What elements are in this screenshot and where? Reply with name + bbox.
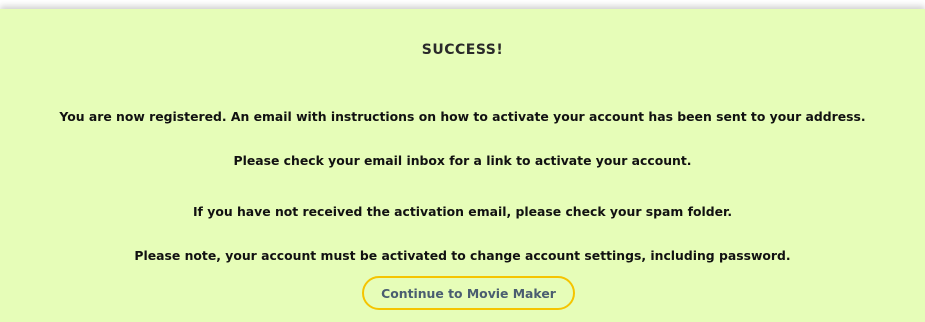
inbox-message: Please check your email inbox for a link…: [233, 153, 692, 168]
success-title: SUCCESS!: [421, 42, 504, 58]
spam-message: If you have not received the activation …: [192, 204, 733, 219]
registration-message: You are now registered. An email with in…: [59, 109, 866, 124]
activation-note: Please note, your account must be activa…: [134, 248, 791, 263]
success-panel: SUCCESS! You are now registered. An emai…: [0, 9, 925, 322]
continue-to-movie-maker-button[interactable]: Continue to Movie Maker: [362, 276, 575, 310]
